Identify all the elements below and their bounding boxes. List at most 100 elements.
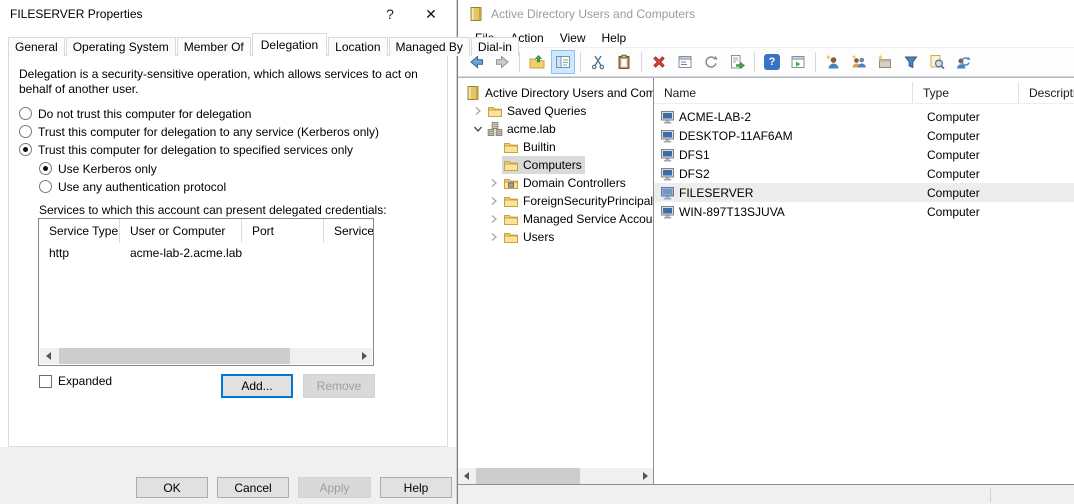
scroll-right-arrow-icon[interactable] <box>356 348 372 364</box>
services-list-label: Services to which this account can prese… <box>39 203 387 217</box>
column-header-user-or-computer[interactable]: User or Computer <box>120 219 242 243</box>
tree-item-label: Managed Service Accounts <box>523 212 653 226</box>
tab-strip: General Operating System Member Of Deleg… <box>8 33 520 56</box>
menu-view[interactable]: View <box>552 28 594 48</box>
list-item-win-897t13sjuva[interactable]: WIN-897T13SJUVA Computer <box>654 202 1074 221</box>
console-titlebar: Active Directory Users and Computers <box>458 0 1074 28</box>
scrollbar-thumb[interactable] <box>476 468 580 484</box>
scroll-left-arrow-icon[interactable] <box>40 348 56 364</box>
help-toolbar-button[interactable]: ? <box>760 50 784 74</box>
export-list-icon <box>729 54 745 70</box>
tree-item-managed-service-accounts[interactable]: Managed Service Accounts <box>458 210 653 228</box>
tree-horizontal-scrollbar[interactable] <box>458 468 653 484</box>
console-main-area: Active Directory Users and Computers Sav… <box>458 77 1074 484</box>
table-row[interactable]: http acme-lab-2.acme.lab <box>39 243 373 262</box>
export-list-button[interactable] <box>725 50 749 74</box>
ok-button[interactable]: OK <box>136 477 208 498</box>
chevron-down-icon[interactable] <box>470 121 486 137</box>
remove-button[interactable]: Remove <box>303 374 375 398</box>
chevron-right-icon[interactable] <box>486 229 502 245</box>
list-item-dfs2[interactable]: DFS2 Computer <box>654 164 1074 183</box>
radio-button-icon[interactable] <box>19 143 32 156</box>
tab-managed-by[interactable]: Managed By <box>389 37 470 56</box>
tree-item-computers[interactable]: Computers <box>458 156 653 174</box>
chevron-right-icon[interactable] <box>486 211 502 227</box>
tab-dial-in[interactable]: Dial-in <box>471 37 519 56</box>
delegated-services-table: Service Type User or Computer Port Servi… <box>38 218 374 366</box>
scrollbar-thumb[interactable] <box>59 348 290 364</box>
radio-do-not-trust[interactable]: Do not trust this computer for delegatio… <box>19 106 251 121</box>
refresh-icon <box>703 54 719 70</box>
list-item-acme-lab-2[interactable]: ACME-LAB-2 Computer <box>654 107 1074 126</box>
table-horizontal-scrollbar[interactable] <box>40 348 372 364</box>
new-ou-button[interactable] <box>873 50 897 74</box>
list-item-fileserver[interactable]: FILESERVER Computer <box>654 183 1074 202</box>
tab-general[interactable]: General <box>8 37 65 56</box>
cancel-button[interactable]: Cancel <box>217 477 289 498</box>
apply-button[interactable]: Apply <box>298 477 371 498</box>
console-window-title: Active Directory Users and Computers <box>491 7 695 21</box>
forward-icon <box>494 54 511 70</box>
menu-help[interactable]: Help <box>594 28 635 48</box>
delete-button[interactable] <box>647 50 671 74</box>
tab-location[interactable]: Location <box>328 37 387 56</box>
change-user-button[interactable] <box>951 50 975 74</box>
folder-icon <box>503 193 519 209</box>
column-header-port[interactable]: Port <box>242 219 324 243</box>
tab-delegation[interactable]: Delegation <box>252 33 327 56</box>
new-window-button[interactable] <box>786 50 810 74</box>
cut-button[interactable] <box>586 50 610 74</box>
tab-member-of[interactable]: Member Of <box>177 37 251 56</box>
radio-use-any-auth-protocol[interactable]: Use any authentication protocol <box>39 179 226 194</box>
chevron-right-icon[interactable] <box>486 175 502 191</box>
radio-button-icon[interactable] <box>39 162 52 175</box>
column-header-service-name[interactable]: Service Name <box>324 219 373 243</box>
tree-item-users[interactable]: Users <box>458 228 653 246</box>
tree-item-label: ForeignSecurityPrincipals <box>523 194 653 208</box>
paste-button[interactable] <box>612 50 636 74</box>
radio-trust-specified-services[interactable]: Trust this computer for delegation to sp… <box>19 142 353 157</box>
close-icon[interactable]: ✕ <box>414 3 448 25</box>
tree-item-aduc-root[interactable]: Active Directory Users and Computers <box>458 84 653 102</box>
new-group-icon <box>851 54 867 70</box>
help-button[interactable]: Help <box>380 477 452 498</box>
filter-button[interactable] <box>899 50 923 74</box>
list-item-dfs1[interactable]: DFS1 Computer <box>654 145 1074 164</box>
list-item-desktop-11af6am[interactable]: DESKTOP-11AF6AM Computer <box>654 126 1074 145</box>
scroll-left-arrow-icon[interactable] <box>458 468 474 484</box>
paste-icon <box>616 54 632 70</box>
radio-button-icon[interactable] <box>39 180 52 193</box>
scroll-right-arrow-icon[interactable] <box>637 468 653 484</box>
dialog-help-icon[interactable]: ? <box>374 3 406 25</box>
chevron-right-icon[interactable] <box>470 103 486 119</box>
new-user-button[interactable] <box>821 50 845 74</box>
properties-button[interactable] <box>673 50 697 74</box>
radio-use-kerberos-only[interactable]: Use Kerberos only <box>39 161 157 176</box>
column-header-type[interactable]: Type <box>913 82 1019 103</box>
computer-name: FILESERVER <box>679 186 917 200</box>
up-one-level-button[interactable] <box>525 50 549 74</box>
tab-operating-system[interactable]: Operating System <box>66 37 176 56</box>
column-header-name[interactable]: Name <box>654 82 913 103</box>
radio-button-icon[interactable] <box>19 125 32 138</box>
column-header-description[interactable]: Description <box>1019 82 1074 103</box>
chevron-right-icon[interactable] <box>486 193 502 209</box>
tree-item-domain-controllers[interactable]: Domain Controllers <box>458 174 653 192</box>
tree-item-acme-lab[interactable]: acme.lab <box>458 120 653 138</box>
expanded-checkbox[interactable] <box>39 375 52 388</box>
radio-trust-any-service[interactable]: Trust this computer for delegation to an… <box>19 124 379 139</box>
tree-item-label: Active Directory Users and Computers <box>485 86 653 100</box>
computer-name: ACME-LAB-2 <box>679 110 917 124</box>
tree-item-saved-queries[interactable]: Saved Queries <box>458 102 653 120</box>
tree-item-foreign-security-principals[interactable]: ForeignSecurityPrincipals <box>458 192 653 210</box>
console-tree-pane: Active Directory Users and Computers Sav… <box>458 78 654 484</box>
add-button[interactable]: Add... <box>221 374 293 398</box>
show-console-tree-button[interactable] <box>551 50 575 74</box>
tree-item-builtin[interactable]: Builtin <box>458 138 653 156</box>
find-button[interactable] <box>925 50 949 74</box>
new-group-button[interactable] <box>847 50 871 74</box>
refresh-button[interactable] <box>699 50 723 74</box>
expanded-checkbox-row[interactable]: Expanded <box>39 374 112 388</box>
radio-button-icon[interactable] <box>19 107 32 120</box>
column-header-service-type[interactable]: Service Type <box>39 219 120 243</box>
